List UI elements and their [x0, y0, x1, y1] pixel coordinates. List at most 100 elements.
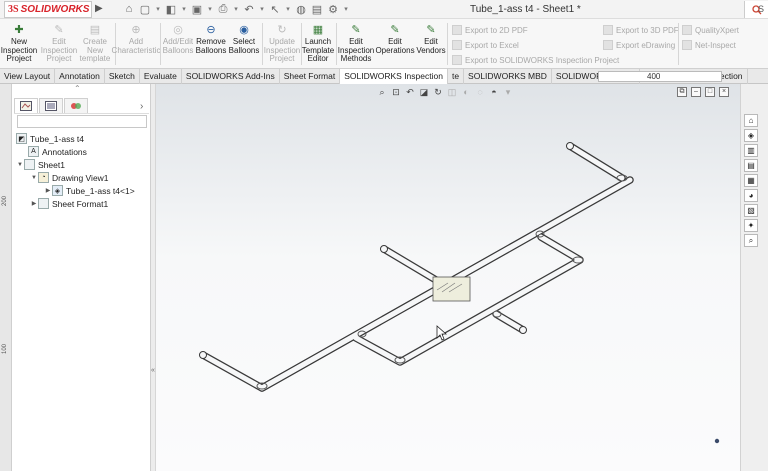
search-box[interactable] [744, 1, 768, 18]
graphics-area[interactable]: ⌕ ⊡ ↶ ◪ ↻ ◫ ◐ ◌ ◓ ▾ ⧉ – □ × [156, 84, 740, 471]
collapse-arrow-icon[interactable]: ▼ [30, 175, 38, 181]
undo-icon[interactable]: ↶ [242, 2, 256, 16]
open-icon[interactable]: ◧ [164, 2, 178, 16]
export-inspection-project-icon [452, 55, 462, 65]
tab-solidworks-mbd[interactable]: SOLIDWORKS MBD [464, 69, 552, 84]
command-manager-ribbon: ✚ New Inspection Project ✎ Edit Inspecti… [0, 19, 768, 69]
qualityxpert-button[interactable]: QualityXpert [682, 25, 739, 35]
net-inspect-icon [682, 40, 692, 50]
export-3d-pdf-icon [603, 25, 613, 35]
isometric-tube-assembly-drawing [199, 142, 720, 444]
tree-node-sheet1[interactable]: ▼ Sheet1 [16, 158, 65, 171]
tab-solidworks-inspection[interactable]: SOLIDWORKS Inspection [340, 69, 448, 84]
save-dropdown-icon[interactable]: ▾ [206, 2, 214, 16]
create-new-template-button[interactable]: ▤ Create New template [80, 23, 111, 64]
select-balloons-icon: ◉ [239, 23, 249, 36]
ribbon-separator [447, 23, 448, 65]
tree-node-label: Drawing View1 [52, 172, 109, 183]
custom-properties-icon[interactable]: ▧ [744, 204, 758, 217]
property-manager-tab-icon[interactable] [39, 98, 63, 113]
splitter-handle-icon[interactable]: « [151, 367, 155, 374]
new-dropdown-icon[interactable]: ▾ [154, 2, 162, 16]
edit-operations-button[interactable]: ✎ Edit Operations [375, 23, 415, 55]
launch-template-editor-button[interactable]: ▦ Launch Template Editor [302, 23, 334, 64]
search-icon[interactable]: ⌕ [744, 234, 758, 247]
panel-expand-icon[interactable]: › [140, 101, 143, 112]
file-explorer-icon[interactable]: ▤ [744, 159, 758, 172]
export-excel-button[interactable]: Export to Excel [452, 40, 519, 50]
menu-expand-arrow-icon[interactable]: ▶ [95, 3, 103, 14]
view-palette-icon[interactable]: ▦ [744, 174, 758, 187]
collapse-arrow-icon[interactable]: ▼ [16, 162, 24, 168]
expand-arrow-icon[interactable]: ▶ [44, 187, 52, 194]
export-edrawing-button[interactable]: Export eDrawing [603, 40, 675, 50]
undo-dropdown-icon[interactable]: ▾ [258, 2, 266, 16]
edit-inspection-project-icon: ✎ [54, 23, 64, 36]
tree-filter-input[interactable] [17, 115, 147, 128]
configuration-manager-tab-icon[interactable] [64, 98, 88, 113]
button-label-line: Methods [340, 54, 372, 63]
solidworks-logo[interactable]: 3S SOLIDWORKS [4, 1, 92, 18]
add-edit-balloons-button[interactable]: ◎ Add/Edit Balloons [162, 23, 194, 55]
tab-evaluate[interactable]: Evaluate [140, 69, 182, 84]
feature-tree-tab-icon[interactable] [14, 98, 38, 113]
panel-grip-icon[interactable]: ⌃ [74, 85, 82, 93]
net-inspect-button[interactable]: Net-Inspect [682, 40, 736, 50]
tree-node-drawing[interactable]: ◩ Tube_1-ass t4 [16, 132, 84, 145]
add-characteristic-button[interactable]: ⊕ Add Characteristic [112, 23, 161, 55]
open-dropdown-icon[interactable]: ▾ [180, 2, 188, 16]
annotations-icon: A [28, 146, 39, 157]
options-icon[interactable]: ⚙ [326, 2, 340, 16]
select-icon[interactable]: ↖ [268, 2, 282, 16]
tab-sheet-format[interactable]: Sheet Format [280, 69, 341, 84]
edit-inspection-project-button[interactable]: ✎ Edit Inspection Project [41, 23, 77, 64]
new-inspection-project-button[interactable]: ✚ New Inspection Project [1, 23, 37, 64]
tab-solidworks-add-ins[interactable]: SOLIDWORKS Add-Ins [182, 69, 280, 84]
export-3d-pdf-button[interactable]: Export to 3D PDF [603, 25, 679, 35]
tree-node-label: Tube_1-ass t4 [30, 133, 85, 144]
rebuild-icon[interactable]: ◍ [294, 2, 308, 16]
search-label: S [758, 4, 765, 14]
sheet-icon [24, 159, 35, 170]
tree-node-sheet-format1[interactable]: ▶ Sheet Format1 [30, 197, 108, 210]
button-label-line: Project [46, 54, 72, 63]
new-document-icon[interactable]: ▢ [138, 2, 152, 16]
print-dropdown-icon[interactable]: ▾ [232, 2, 240, 16]
design-library-icon[interactable]: ▥ [744, 144, 758, 157]
select-dropdown-icon[interactable]: ▾ [284, 2, 292, 16]
edit-vendors-button[interactable]: ✎ Edit Vendors [416, 23, 446, 55]
tree-node-assembly[interactable]: ▶ ◈ Tube_1-ass t4<1> [44, 184, 135, 197]
assembly-icon: ◈ [52, 185, 63, 196]
edit-inspection-methods-button[interactable]: ✎ Edit Inspection Methods [338, 23, 374, 64]
export-2d-pdf-icon [452, 25, 462, 35]
ruler-mark: 100 [2, 343, 8, 354]
options-dropdown-icon[interactable]: ▾ [342, 2, 350, 16]
appearances-icon[interactable]: ◕ [744, 189, 758, 202]
tube-fill [200, 143, 633, 391]
print-icon[interactable]: ⎙ [216, 2, 230, 16]
solidworks-forum-icon[interactable]: ✦ [744, 219, 758, 232]
tab-view-layout[interactable]: View Layout [0, 69, 56, 84]
update-inspection-project-button[interactable]: ↻ Update Inspection Project [264, 23, 300, 64]
save-icon[interactable]: ▣ [190, 2, 204, 16]
logo-prefix: 3S [8, 4, 19, 15]
tree-node-annotations[interactable]: A Annotations [28, 145, 87, 158]
tab-annotation[interactable]: Annotation [55, 69, 105, 84]
tab-sketch[interactable]: Sketch [105, 69, 140, 84]
expand-arrow-icon[interactable]: ▶ [30, 200, 38, 207]
tab-value-field[interactable]: 400 [598, 71, 722, 82]
select-balloons-button[interactable]: ◉ Select Balloons [229, 23, 260, 55]
button-label-line: Balloons [162, 45, 194, 55]
drawing-icon: ◩ [16, 133, 27, 144]
resources-icon[interactable]: ◈ [744, 129, 758, 142]
home-icon[interactable]: ⌂ [122, 2, 136, 16]
tab-partial[interactable]: te [448, 69, 465, 84]
file-properties-icon[interactable]: ▤ [310, 2, 324, 16]
export-2d-pdf-button[interactable]: Export to 2D PDF [452, 25, 528, 35]
update-inspection-project-icon: ↻ [277, 23, 287, 36]
home-icon[interactable]: ⌂ [744, 114, 758, 127]
button-label-line: Operations [375, 45, 415, 55]
tree-node-drawing-view1[interactable]: ▼ ◔ Drawing View1 [30, 171, 109, 184]
export-inspection-project-button[interactable]: Export to SOLIDWORKS Inspection Project [452, 55, 619, 65]
remove-balloons-button[interactable]: ⊖ Remove Balloons [196, 23, 227, 55]
